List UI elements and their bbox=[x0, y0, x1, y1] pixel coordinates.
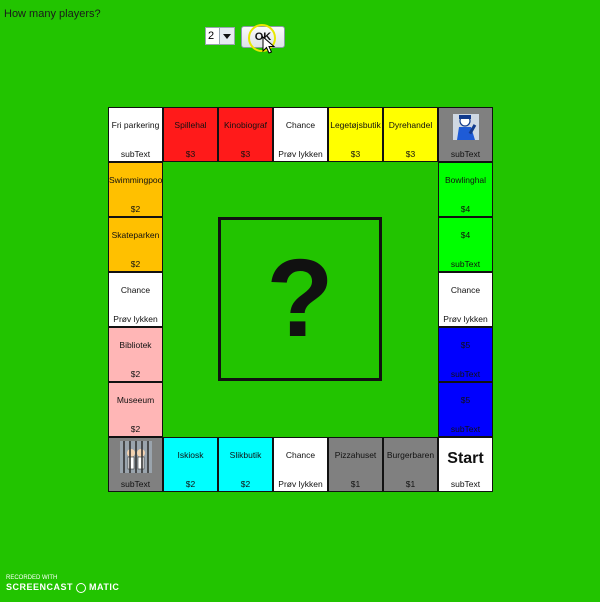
space-subtext: Prøv lykken bbox=[443, 314, 488, 324]
board-space-top-1[interactable]: Spillehal $3 bbox=[163, 107, 218, 162]
board-space-top-0[interactable]: Fri parkering subText bbox=[108, 107, 163, 162]
question-mark: ? bbox=[266, 237, 334, 360]
space-name: Chance bbox=[285, 450, 316, 460]
watermark-line1: RECORDED WITH bbox=[6, 575, 58, 581]
chevron-down-icon[interactable] bbox=[219, 28, 234, 44]
space-name: Dyrehandel bbox=[388, 120, 433, 130]
space-name: Chance bbox=[285, 120, 316, 130]
space-subtext: Prøv lykken bbox=[278, 479, 323, 489]
start-label: Start bbox=[447, 450, 484, 467]
space-subtext: Prøv lykken bbox=[113, 314, 158, 324]
space-subtext: subText bbox=[450, 479, 481, 489]
space-name: Chance bbox=[450, 285, 481, 295]
space-price: $1 bbox=[350, 479, 361, 489]
space-subtext: subText bbox=[450, 259, 481, 269]
space-name: Bibliotek bbox=[119, 340, 152, 350]
board-space-right-1[interactable]: $4 subText bbox=[438, 217, 493, 272]
board-space-bottom-6[interactable]: Start subText bbox=[438, 437, 493, 492]
board-space-left-0[interactable]: Swimmingpool $2 bbox=[108, 162, 163, 217]
board-space-bottom-4[interactable]: Pizzahuset $1 bbox=[328, 437, 383, 492]
space-price: $2 bbox=[130, 259, 141, 269]
board-space-top-4[interactable]: Legetøjsbutik $3 bbox=[328, 107, 383, 162]
screencast-watermark: RECORDED WITH SCREENCAST MATIC bbox=[6, 575, 119, 593]
board-space-left-2[interactable]: Chance Prøv lykken bbox=[108, 272, 163, 327]
board-space-right-0[interactable]: Bowlinghal $4 bbox=[438, 162, 493, 217]
board-space-right-4[interactable]: $5 subText bbox=[438, 382, 493, 437]
space-subtext: subText bbox=[450, 149, 481, 159]
space-price: $2 bbox=[240, 479, 251, 489]
board-space-bottom-1[interactable]: Iskiosk $2 bbox=[163, 437, 218, 492]
space-name: Museeum bbox=[116, 395, 155, 405]
space-name: Legetøjsbutik bbox=[330, 120, 381, 130]
watermark-brand-b: MATIC bbox=[89, 582, 120, 593]
space-name: $4 bbox=[460, 230, 471, 240]
space-price: $3 bbox=[185, 149, 196, 159]
board-space-top-6[interactable]: subText bbox=[438, 107, 493, 162]
player-count-value: 2 bbox=[208, 30, 215, 42]
mouse-cursor-icon bbox=[262, 36, 276, 54]
player-count-prompt: How many players? bbox=[4, 8, 101, 20]
space-name: Pizzahuset bbox=[334, 450, 377, 460]
space-price: $3 bbox=[350, 149, 361, 159]
board-space-right-2[interactable]: Chance Prøv lykken bbox=[438, 272, 493, 327]
space-price: $2 bbox=[185, 479, 196, 489]
space-subtext: subText bbox=[450, 369, 481, 379]
space-price: $2 bbox=[130, 204, 141, 214]
space-name: Bowlinghal bbox=[444, 175, 487, 185]
space-subtext: subText bbox=[450, 424, 481, 434]
board-space-bottom-0[interactable]: subText bbox=[108, 437, 163, 492]
space-name: Iskiosk bbox=[177, 450, 204, 460]
space-name: $5 bbox=[460, 395, 471, 405]
space-name: Kinobiograf bbox=[223, 120, 267, 130]
board-space-top-3[interactable]: Chance Prøv lykken bbox=[273, 107, 328, 162]
space-price: $3 bbox=[405, 149, 416, 159]
jail-bars-icon bbox=[120, 441, 152, 473]
board-space-left-4[interactable]: Museeum $2 bbox=[108, 382, 163, 437]
game-board: Fri parkering subText Spillehal $3 Kinobiogr… bbox=[108, 107, 494, 494]
board-space-bottom-5[interactable]: Burgerbaren $1 bbox=[383, 437, 438, 492]
space-price: $1 bbox=[405, 479, 416, 489]
space-name: Skateparken bbox=[111, 230, 160, 240]
space-subtext: subText bbox=[120, 149, 151, 159]
space-name: Fri parkering bbox=[111, 120, 160, 130]
space-price: $4 bbox=[460, 204, 471, 214]
space-name: Swimmingpool bbox=[109, 175, 163, 185]
space-name: Spillehal bbox=[174, 120, 207, 130]
player-count-select[interactable]: 2 bbox=[205, 27, 235, 45]
watermark-brand-a: SCREENCAST bbox=[6, 582, 74, 593]
board-space-left-1[interactable]: Skateparken $2 bbox=[108, 217, 163, 272]
space-name: $5 bbox=[460, 340, 471, 350]
space-name: Burgerbaren bbox=[386, 450, 435, 460]
space-subtext: Prøv lykken bbox=[278, 149, 323, 159]
board-space-top-5[interactable]: Dyrehandel $3 bbox=[383, 107, 438, 162]
space-subtext: subText bbox=[120, 479, 151, 489]
space-price: $2 bbox=[130, 369, 141, 379]
board-center: ? bbox=[218, 217, 382, 381]
board-space-bottom-3[interactable]: Chance Prøv lykken bbox=[273, 437, 328, 492]
watermark-logo-icon bbox=[76, 582, 87, 593]
space-name: Slikbutik bbox=[229, 450, 262, 460]
board-space-right-3[interactable]: $5 subText bbox=[438, 327, 493, 382]
board-space-top-2[interactable]: Kinobiograf $3 bbox=[218, 107, 273, 162]
board-space-bottom-2[interactable]: Slikbutik $2 bbox=[218, 437, 273, 492]
space-price: $2 bbox=[130, 424, 141, 434]
board-space-left-3[interactable]: Bibliotek $2 bbox=[108, 327, 163, 382]
police-officer-icon bbox=[453, 114, 479, 140]
space-price: $3 bbox=[240, 149, 251, 159]
space-name: Chance bbox=[120, 285, 151, 295]
